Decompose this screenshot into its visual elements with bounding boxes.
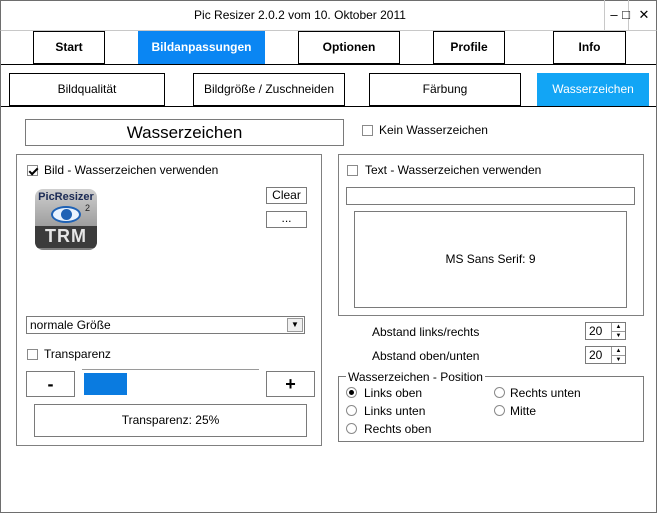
close-icon[interactable]: ✕ (630, 0, 657, 30)
plus-button[interactable]: + (266, 371, 315, 397)
browse-button[interactable]: ... (266, 211, 307, 228)
font-preview[interactable]: MS Sans Serif: 9 (354, 211, 627, 308)
section-title: Wasserzeichen (25, 119, 344, 146)
spin-down-icon[interactable]: ▼ (611, 355, 625, 363)
position-links-oben-radio[interactable] (346, 387, 357, 398)
tab-profile[interactable]: Profile (433, 31, 505, 64)
transparency-readout: Transparenz: 25% (34, 404, 307, 437)
position-rechts-unten-label: Rechts unten (510, 386, 581, 400)
clear-button[interactable]: Clear (266, 187, 307, 204)
tab-bildanpassungen[interactable]: Bildanpassungen (138, 31, 265, 64)
position-links-unten-label: Links unten (364, 404, 426, 418)
transparency-checkbox[interactable] (27, 349, 38, 360)
tab-separator (1, 64, 656, 65)
watermark-text-input[interactable] (346, 187, 635, 205)
text-watermark-checkbox[interactable] (347, 165, 358, 176)
tab-start[interactable]: Start (33, 31, 105, 64)
spacing-horizontal-spinner[interactable]: 20 ▲ ▼ (585, 322, 626, 340)
transparency-label: Transparenz (44, 347, 111, 361)
position-legend: Wasserzeichen - Position (346, 370, 485, 384)
spacing-vertical-spinner[interactable]: 20 ▲ ▼ (585, 346, 626, 364)
tab-optionen[interactable]: Optionen (298, 31, 400, 64)
size-select[interactable]: normale Größe ▼ (26, 316, 305, 334)
logo-superscript: 2 (85, 203, 91, 213)
position-rechts-oben-label: Rechts oben (364, 422, 432, 436)
position-mitte-label: Mitte (510, 404, 537, 418)
text-watermark-label: Text - Wasserzeichen verwenden (365, 163, 542, 177)
image-watermark-checkbox[interactable] (27, 165, 38, 176)
spin-down-icon[interactable]: ▼ (611, 331, 625, 339)
spacing-vertical-value: 20 (589, 348, 603, 362)
watermark-logo: PicResizer 2 TRM (35, 189, 97, 250)
no-watermark-label: Kein Wasserzeichen (379, 123, 488, 137)
subtab-wasserzeichen[interactable]: Wasserzeichen (537, 73, 649, 106)
position-links-oben-label: Links oben (364, 386, 423, 400)
transparency-slider-fill[interactable] (84, 373, 127, 395)
size-select-value: normale Größe (30, 318, 111, 332)
logo-text-bottom: TRM (45, 226, 87, 246)
subtab-bildgroesse[interactable]: Bildgröße / Zuschneiden (193, 73, 345, 106)
logo-text-top: PicResizer (38, 191, 94, 203)
spacing-vertical-label: Abstand oben/unten (372, 349, 480, 363)
subtab-separator (1, 106, 656, 107)
no-watermark-checkbox[interactable] (362, 125, 373, 136)
position-links-unten-radio[interactable] (346, 405, 357, 416)
chevron-down-icon[interactable]: ▼ (287, 318, 303, 332)
position-rechts-unten-radio[interactable] (494, 387, 505, 398)
image-watermark-label: Bild - Wasserzeichen verwenden (44, 163, 219, 177)
spin-up-icon[interactable]: ▲ (611, 323, 625, 331)
position-rechts-oben-radio[interactable] (346, 423, 357, 434)
subtab-faerbung[interactable]: Färbung (369, 73, 521, 106)
spacing-horizontal-label: Abstand links/rechts (372, 325, 480, 339)
window-title: Pic Resizer 2.0.2 vom 10. Oktober 2011 (194, 8, 406, 22)
transparency-slider[interactable] (82, 369, 259, 397)
eye-icon (51, 206, 81, 223)
subtab-bildqualitaet[interactable]: Bildqualität (9, 73, 165, 106)
minus-button[interactable]: - (26, 371, 75, 397)
spacing-horizontal-value: 20 (589, 324, 603, 338)
spin-up-icon[interactable]: ▲ (611, 347, 625, 355)
tab-info[interactable]: Info (553, 31, 626, 64)
position-mitte-radio[interactable] (494, 405, 505, 416)
